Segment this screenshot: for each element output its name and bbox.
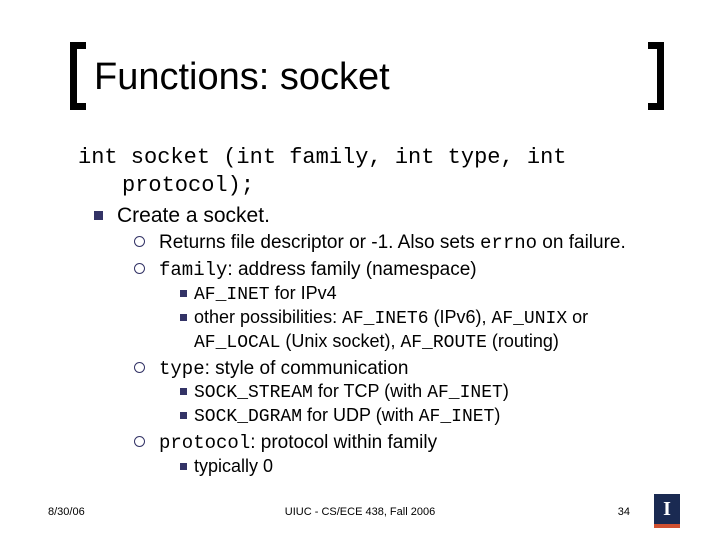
code-sockstream: SOCK_STREAM xyxy=(194,383,313,403)
text: for IPv4 xyxy=(270,283,337,303)
code-afinet-tcp: AF_INET xyxy=(427,383,503,403)
bullet-create-socket-text: Create a socket. xyxy=(117,204,270,227)
bullet-returns: Returns file descriptor or -1. Also sets… xyxy=(78,231,664,256)
bullet-sockstream: SOCK_STREAM for TCP (with AF_INET) xyxy=(78,381,664,405)
text: (routing) xyxy=(487,331,559,351)
bullet-family: family: address family (namespace) xyxy=(78,258,664,283)
text: ) xyxy=(503,381,509,401)
text: other possibilities: xyxy=(194,307,342,327)
uiuc-logo: I xyxy=(654,494,680,528)
function-signature: int socket (int family, int type, int pr… xyxy=(78,144,664,199)
text: : protocol within family xyxy=(250,432,437,453)
text: on failure. xyxy=(537,232,626,253)
bullet-protocol: protocol: protocol within family xyxy=(78,431,664,456)
slide: Functions: socket int socket (int family… xyxy=(0,0,720,540)
text: (Unix socket), xyxy=(280,331,400,351)
code-sockdgram: SOCK_DGRAM xyxy=(194,407,302,427)
code-afunix: AF_UNIX xyxy=(492,309,568,329)
bullet-sockdgram: SOCK_DGRAM for UDP (with AF_INET) xyxy=(78,405,664,429)
text: : style of communication xyxy=(205,358,409,379)
code-afinet: AF_INET xyxy=(194,285,270,305)
title-bracket-left xyxy=(70,42,86,110)
bullet-other-families: other possibilities: AF_INET6 (IPv6), AF… xyxy=(78,307,664,355)
code-afinet6: AF_INET6 xyxy=(342,309,428,329)
code-type: type xyxy=(159,358,205,380)
text: (IPv6), xyxy=(429,307,492,327)
code-family: family xyxy=(159,259,227,281)
text: typically 0 xyxy=(194,456,273,476)
code-errno: errno xyxy=(480,232,537,254)
signature-line2: protocol); xyxy=(78,172,664,200)
bullet-type: type: style of communication xyxy=(78,357,664,382)
bullet-afinet: AF_INET for IPv4 xyxy=(78,283,664,307)
bullet-create-socket: Create a socket. xyxy=(78,203,664,229)
code-afroute: AF_ROUTE xyxy=(400,333,486,353)
text: for UDP (with xyxy=(302,405,419,425)
text: ) xyxy=(494,405,500,425)
slide-body: int socket (int family, int type, int pr… xyxy=(78,144,664,478)
logo-letter: I xyxy=(663,498,671,521)
slide-title: Functions: socket xyxy=(94,56,390,99)
text: : address family (namespace) xyxy=(227,259,476,280)
footer-page-number: 34 xyxy=(618,506,630,518)
text: or xyxy=(567,307,588,327)
code-protocol: protocol xyxy=(159,432,250,454)
code-aflocal: AF_LOCAL xyxy=(194,333,280,353)
footer-center: UIUC - CS/ECE 438, Fall 2006 xyxy=(0,506,720,518)
bullet-typically-zero: typically 0 xyxy=(78,456,664,478)
code-afinet-udp: AF_INET xyxy=(419,407,495,427)
text: Returns file descriptor or -1. Also sets xyxy=(159,232,480,253)
text: for TCP (with xyxy=(313,381,427,401)
title-bracket-right xyxy=(648,42,664,110)
signature-line1: int socket (int family, int type, int xyxy=(78,145,566,170)
